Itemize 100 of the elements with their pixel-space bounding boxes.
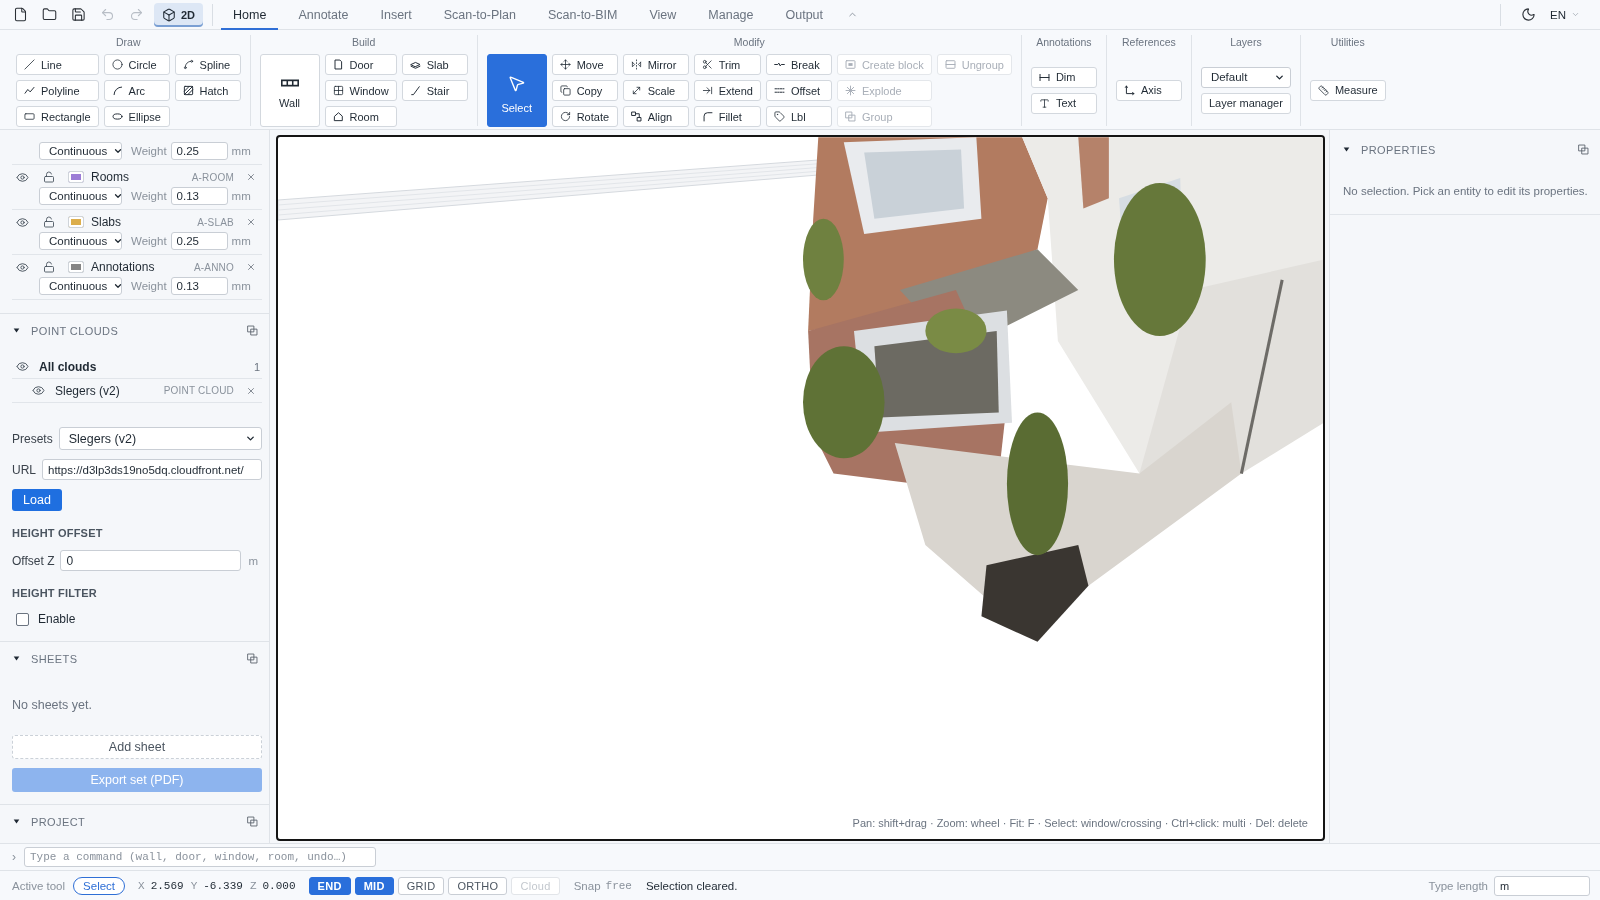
tool-button[interactable]: Rectangle bbox=[16, 106, 99, 127]
tool-button[interactable]: Polyline bbox=[16, 80, 99, 101]
tool-button[interactable]: Measure bbox=[1309, 79, 1386, 101]
caret-down-icon[interactable] bbox=[13, 327, 20, 334]
unlock-icon[interactable] bbox=[43, 216, 55, 228]
ribbon-tab[interactable]: Scan-to-Plan bbox=[431, 0, 528, 30]
moon-icon[interactable] bbox=[1521, 7, 1536, 22]
eye-icon[interactable] bbox=[16, 260, 29, 274]
large-tool-button[interactable]: Select bbox=[486, 54, 547, 127]
active-tool-label: Active tool bbox=[12, 879, 66, 892]
snap-toggle[interactable]: ORTHO bbox=[448, 876, 508, 895]
eye-icon[interactable] bbox=[16, 360, 29, 373]
tool-button[interactable]: Window bbox=[324, 80, 397, 101]
layer-select[interactable]: Default bbox=[1200, 66, 1291, 88]
ribbon-tab[interactable]: Insert bbox=[368, 0, 424, 30]
unlock-icon[interactable] bbox=[43, 171, 55, 183]
presets-select[interactable]: Slegers (v2) bbox=[58, 427, 262, 450]
weight-input[interactable]: 0.25 bbox=[170, 142, 228, 160]
ribbon-tab[interactable]: Home bbox=[221, 0, 279, 30]
command-input[interactable]: Type a command (wall, door, window, room, undo…) bbox=[24, 847, 376, 867]
tool-button[interactable]: Line bbox=[16, 54, 99, 75]
unlock-icon[interactable] bbox=[43, 261, 55, 273]
eye-icon[interactable] bbox=[16, 170, 29, 184]
folder-icon[interactable] bbox=[42, 7, 57, 22]
layer-code: A-ROOM bbox=[191, 171, 234, 183]
close-icon[interactable] bbox=[246, 385, 256, 396]
tool-button[interactable]: Offset bbox=[765, 80, 832, 101]
load-button[interactable]: Load bbox=[12, 489, 62, 511]
large-tool-button[interactable]: Wall bbox=[259, 54, 320, 127]
tool-button[interactable]: Spline bbox=[174, 54, 241, 75]
tool-button[interactable]: Extend bbox=[693, 80, 761, 101]
snap-toggle[interactable]: GRID bbox=[397, 876, 445, 895]
save-icon[interactable] bbox=[71, 7, 86, 22]
overlapping-squares-icon[interactable] bbox=[247, 325, 258, 336]
tool-button[interactable]: Lbl bbox=[765, 106, 832, 127]
line-type-select[interactable]: Continuous bbox=[39, 187, 122, 205]
overlapping-squares-icon[interactable] bbox=[247, 653, 258, 664]
weight-input[interactable]: 0.13 bbox=[170, 187, 228, 205]
color-swatch[interactable] bbox=[68, 216, 84, 228]
line-type-select[interactable]: Continuous bbox=[39, 142, 122, 160]
ribbon-tab[interactable]: Manage bbox=[696, 0, 766, 30]
language-button[interactable]: EN bbox=[1550, 8, 1580, 21]
snap-toggle[interactable]: END bbox=[308, 876, 351, 895]
snap-toggle[interactable]: MID bbox=[354, 876, 394, 895]
overlapping-squares-icon[interactable] bbox=[247, 816, 258, 827]
tool-button[interactable]: Axis bbox=[1115, 79, 1182, 101]
tool-button[interactable]: Stair bbox=[401, 80, 468, 101]
checkbox[interactable] bbox=[16, 612, 29, 626]
tool-button[interactable]: Door bbox=[324, 54, 397, 75]
move-arrows-icon bbox=[559, 59, 571, 70]
close-icon[interactable] bbox=[246, 262, 256, 272]
color-swatch[interactable] bbox=[68, 261, 84, 273]
tool-button[interactable]: Scale bbox=[622, 80, 689, 101]
ribbon-tab[interactable]: View bbox=[637, 0, 689, 30]
tool-button[interactable]: Move bbox=[551, 54, 618, 75]
caret-down-icon[interactable] bbox=[13, 818, 20, 825]
offset-input[interactable]: 0 bbox=[60, 550, 242, 571]
tool-button[interactable]: Ellipse bbox=[103, 106, 170, 127]
eye-icon[interactable] bbox=[32, 384, 45, 397]
rotate-icon bbox=[559, 111, 571, 122]
color-swatch[interactable] bbox=[68, 171, 84, 183]
scissors-icon bbox=[701, 59, 713, 70]
file-icon[interactable] bbox=[13, 7, 28, 22]
axis-label: Z bbox=[249, 879, 257, 892]
tool-button[interactable]: Dim bbox=[1030, 66, 1097, 88]
tool-button[interactable]: Room bbox=[324, 106, 397, 127]
tool-button[interactable]: Circle bbox=[103, 54, 170, 75]
tool-button[interactable]: Slab bbox=[401, 54, 468, 75]
view-mode-button[interactable]: 2D bbox=[154, 2, 204, 27]
weight-input[interactable]: 0.25 bbox=[170, 232, 228, 250]
tool-button[interactable]: Break bbox=[765, 54, 832, 75]
url-input[interactable]: https://d3lp3ds19no5dq.cloudfront.net/ bbox=[42, 459, 262, 480]
house-icon bbox=[332, 111, 344, 122]
close-icon[interactable] bbox=[246, 172, 256, 182]
line-type-select[interactable]: Continuous bbox=[39, 232, 122, 250]
ribbon-tab[interactable]: Output bbox=[773, 0, 836, 30]
subsection-title: HEIGHT FILTER bbox=[12, 587, 98, 599]
eye-icon[interactable] bbox=[16, 215, 29, 229]
tool-button[interactable]: Rotate bbox=[551, 106, 618, 127]
tool-button[interactable]: Hatch bbox=[174, 80, 241, 101]
line-type-select[interactable]: Continuous bbox=[39, 277, 122, 295]
tool-button[interactable]: Fillet bbox=[693, 106, 761, 127]
tool-button[interactable]: Copy bbox=[551, 80, 618, 101]
caret-down-icon[interactable] bbox=[1343, 146, 1350, 153]
type-length-input[interactable]: m bbox=[1494, 875, 1590, 896]
checkbox-label: Enable bbox=[38, 612, 76, 626]
tool-button[interactable]: Layer manager bbox=[1200, 92, 1291, 114]
overlapping-squares-icon[interactable] bbox=[1578, 144, 1589, 155]
tool-button[interactable]: Trim bbox=[693, 54, 761, 75]
ribbon-tab[interactable]: Scan-to-BIM bbox=[536, 0, 630, 30]
tool-button[interactable]: Arc bbox=[103, 80, 170, 101]
weight-input[interactable]: 0.13 bbox=[170, 277, 228, 295]
close-icon[interactable] bbox=[246, 217, 256, 227]
caret-down-icon[interactable] bbox=[13, 655, 20, 662]
tool-button[interactable]: Align bbox=[622, 106, 689, 127]
ribbon-tab[interactable]: Annotate bbox=[286, 0, 361, 30]
chevron-down-icon bbox=[113, 146, 124, 156]
tool-button[interactable]: Mirror bbox=[622, 54, 689, 75]
add-sheet-button[interactable]: Add sheet bbox=[12, 735, 262, 759]
tool-button[interactable]: Text bbox=[1030, 92, 1097, 114]
